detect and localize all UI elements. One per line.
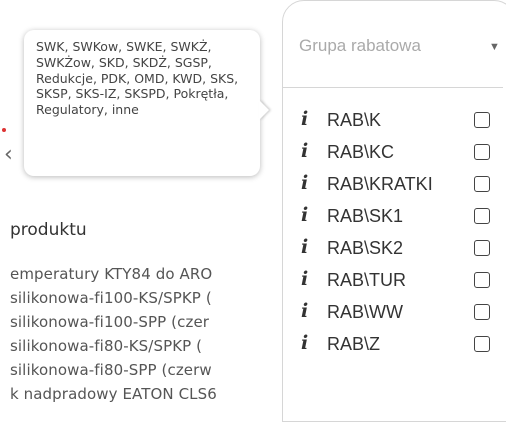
info-tooltip: SWK, SWKow, SWKE, SWKŻ, SWKŻow, SKD, SKD…: [24, 30, 260, 176]
filter-header[interactable]: Grupa rabatowa ▼: [283, 1, 503, 88]
filter-checkbox[interactable]: [474, 144, 490, 160]
info-icon[interactable]: i: [301, 236, 308, 258]
filter-option-label: RAB\SK1: [327, 206, 404, 226]
filter-checkbox[interactable]: [474, 176, 490, 192]
filter-option-rab-sk2[interactable]: i RAB\SK2: [283, 233, 503, 263]
product-list: emperatury KTY84 do ARO silikonowa-fi100…: [10, 262, 300, 406]
list-item[interactable]: emperatury KTY84 do ARO: [10, 262, 300, 286]
filter-option-rab-sk1[interactable]: i RAB\SK1: [283, 201, 503, 231]
filter-option-rab-ww[interactable]: i RAB\WW: [283, 297, 503, 327]
filter-option-rab-kc[interactable]: i RAB\KC: [283, 137, 503, 167]
list-item[interactable]: silikonowa-fi80-SPP (czerw: [10, 358, 300, 382]
filter-checkbox[interactable]: [474, 112, 490, 128]
section-heading: produktu: [10, 220, 87, 240]
discount-group-filter-panel: Grupa rabatowa ▼ i RAB\K i RAB\KC i RAB\…: [282, 0, 506, 422]
filter-option-rab-tur[interactable]: i RAB\TUR: [283, 265, 503, 295]
filter-option-label: RAB\KRATKI: [327, 174, 433, 194]
filter-option-rab-z[interactable]: i RAB\Z: [283, 329, 503, 359]
filter-checkbox[interactable]: [474, 272, 490, 288]
filter-option-label: RAB\KC: [327, 142, 395, 162]
info-icon[interactable]: i: [301, 300, 308, 322]
discount-group-select[interactable]: Grupa rabatowa: [299, 36, 421, 56]
filter-option-label: RAB\Z: [327, 334, 381, 354]
tooltip-text: SWK, SWKow, SWKE, SWKŻ, SWKŻow, SKD, SKD…: [36, 39, 239, 118]
filter-checkbox[interactable]: [474, 240, 490, 256]
list-item[interactable]: silikonowa-fi100-KS/SPKP (: [10, 286, 300, 310]
filter-option-label: RAB\TUR: [327, 270, 407, 290]
info-icon[interactable]: i: [301, 140, 308, 162]
filter-option-label: RAB\K: [327, 110, 382, 130]
status-dot: [2, 128, 6, 132]
caret-down-icon[interactable]: ▼: [489, 41, 500, 53]
info-icon[interactable]: i: [301, 108, 308, 130]
chevron-left-icon[interactable]: ‹: [4, 142, 13, 167]
filter-checkbox[interactable]: [474, 304, 490, 320]
filter-checkbox[interactable]: [474, 336, 490, 352]
info-icon[interactable]: i: [301, 172, 308, 194]
info-icon[interactable]: i: [301, 268, 308, 290]
list-item[interactable]: silikonowa-fi80-KS/SPKP (: [10, 334, 300, 358]
filter-option-rab-k[interactable]: i RAB\K: [283, 105, 503, 135]
filter-option-label: RAB\SK2: [327, 238, 404, 258]
filter-option-label: RAB\WW: [327, 302, 403, 322]
filter-checkbox[interactable]: [474, 208, 490, 224]
list-item[interactable]: k nadpradowy EATON CLS6: [10, 382, 300, 406]
filter-option-rab-kratki[interactable]: i RAB\KRATKI: [283, 169, 503, 199]
info-icon[interactable]: i: [301, 332, 308, 354]
info-icon[interactable]: i: [301, 204, 308, 226]
list-item[interactable]: silikonowa-fi100-SPP (czer: [10, 310, 300, 334]
